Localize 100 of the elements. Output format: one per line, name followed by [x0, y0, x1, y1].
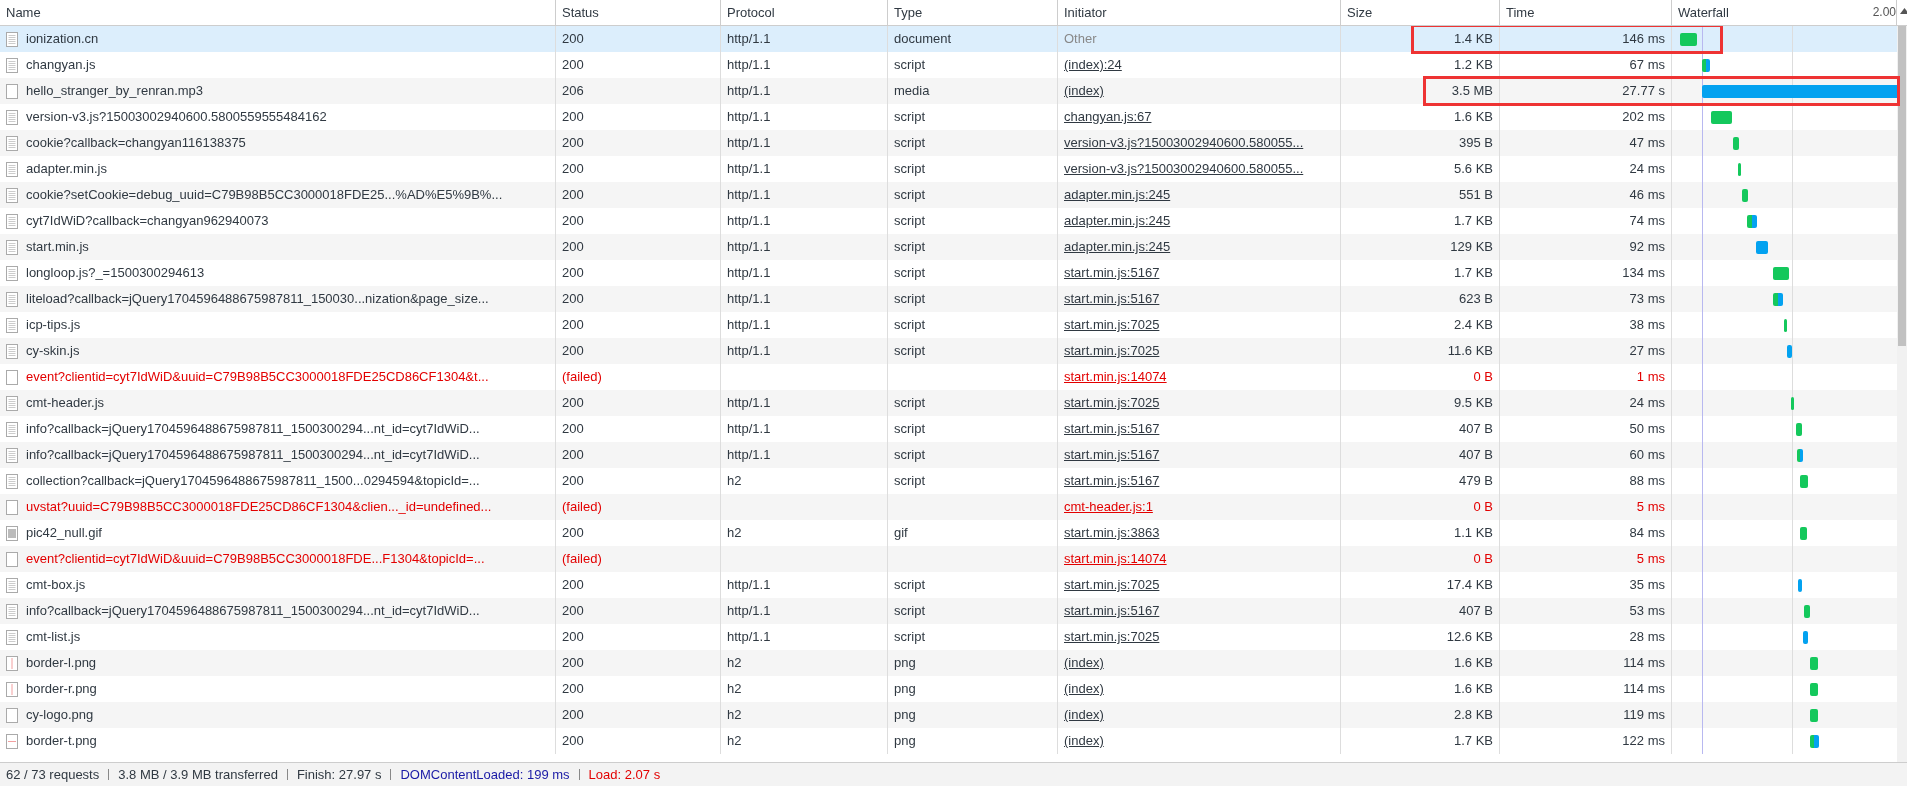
file-icon [6, 655, 18, 671]
protocol-cell: h2 [727, 655, 742, 670]
initiator-link[interactable]: start.min.js:5167 [1064, 291, 1160, 306]
name-cell-text: info?callback=jQuery1704596488675987811_1500300294...nt_id=cyt7IdWiD... [26, 420, 480, 438]
timing-bar [1680, 33, 1697, 46]
request-row[interactable]: cookie?callback=changyan116138375 200 http/1.1 script version-v3.js?15003002940600.580055... 395 B 47 ms [0, 130, 1897, 156]
request-row[interactable]: hello_stranger_by_renran.mp3 206 http/1.1 media (index) 3.5 MB 27.77 s [0, 78, 1897, 104]
initiator-link[interactable]: start.min.js:7025 [1064, 395, 1160, 410]
size-cell: 0 B [1473, 369, 1493, 384]
initiator-link[interactable]: (index) [1064, 707, 1104, 722]
file-icon [6, 369, 18, 385]
timing-bar [1810, 683, 1818, 696]
initiator-link[interactable]: cmt-header.js:1 [1064, 499, 1153, 514]
type-cell: png [894, 655, 916, 670]
timing-bar [1791, 397, 1794, 410]
initiator-link[interactable]: adapter.min.js:245 [1064, 187, 1171, 202]
initiator-link[interactable]: start.min.js:7025 [1064, 577, 1160, 592]
initiator-link[interactable]: (index) [1064, 733, 1104, 748]
initiator-link[interactable]: start.min.js:5167 [1064, 265, 1160, 280]
name-cell-text: icp-tips.js [26, 316, 81, 334]
time-cell: 35 ms [1629, 577, 1665, 592]
initiator-link[interactable]: (index) [1064, 681, 1104, 696]
size-cell: 3.5 MB [1451, 83, 1493, 98]
request-row[interactable]: event?clientid=cyt7IdWiD&uuid=C79B98B5CC3000018FDE...F1304&topicId=... (failed) start.min.js:14074 0 B 5 ms [0, 546, 1897, 572]
file-icon [6, 265, 18, 281]
column-header[interactable]: Status [562, 5, 599, 20]
scrollbar-thumb[interactable] [1898, 26, 1906, 346]
initiator-link[interactable]: start.min.js:5167 [1064, 603, 1160, 618]
status-cell: 200 [562, 135, 584, 150]
initiator-link[interactable]: version-v3.js?15003002940600.580055... [1064, 135, 1304, 150]
type-cell: script [894, 187, 926, 202]
status-cell: (failed) [562, 499, 602, 514]
file-icon [6, 681, 18, 697]
time-cell: 146 ms [1622, 31, 1665, 46]
initiator-link[interactable]: start.min.js:7025 [1064, 343, 1160, 358]
request-row[interactable]: cy-skin.js 200 http/1.1 script start.min.js:7025 11.6 KB 27 ms [0, 338, 1897, 364]
protocol-cell: http/1.1 [727, 317, 771, 332]
time-cell: 60 ms [1629, 447, 1665, 462]
protocol-cell: h2 [727, 733, 742, 748]
initiator-link[interactable]: start.min.js:7025 [1064, 629, 1160, 644]
file-icon [6, 213, 18, 229]
type-cell: script [894, 317, 926, 332]
protocol-cell: http/1.1 [727, 395, 771, 410]
request-row[interactable]: info?callback=jQuery1704596488675987811_1500300294...nt_id=cyt7IdWiD... 200 http/1.1 script start.min.js:5167 407 B 53 ms [0, 598, 1897, 624]
type-cell: script [894, 239, 926, 254]
request-row[interactable]: liteload?callback=jQuery1704596488675987811_150030...nization&page_size... 200 http/1.1 script start.min.js:5167 623 B 73 ms [0, 286, 1897, 312]
size-cell: 395 B [1459, 135, 1493, 150]
request-row[interactable]: border-l.png 200 h2 png (index) 1.6 KB 114 ms [0, 650, 1897, 676]
initiator-link[interactable]: start.min.js:14074 [1064, 369, 1167, 384]
time-cell: 134 ms [1622, 265, 1665, 280]
status-text: 3.8 MB / 3.9 MB transferred [118, 767, 278, 782]
initiator-link[interactable]: start.min.js:7025 [1064, 317, 1160, 332]
column-header[interactable]: Name [6, 5, 41, 20]
type-cell: script [894, 603, 926, 618]
request-row[interactable]: uvstat?uuid=C79B98B5CC3000018FDE25CD86CF1304&clien..._id=undefined... (failed) cmt-header.js:1 0 B 5 ms [0, 494, 1897, 520]
initiator-link[interactable]: start.min.js:5167 [1064, 447, 1160, 462]
column-header[interactable]: Protocol [727, 5, 775, 20]
scrollbar-track[interactable] [1897, 26, 1907, 762]
column-header[interactable]: Waterfall [1678, 0, 1729, 25]
size-cell: 0 B [1473, 551, 1493, 566]
file-icon [6, 447, 18, 463]
protocol-cell: http/1.1 [727, 239, 771, 254]
initiator-link[interactable]: (index) [1064, 83, 1104, 98]
size-cell: 17.4 KB [1446, 577, 1493, 592]
initiator-link[interactable]: (index):24 [1064, 57, 1122, 72]
initiator-link[interactable]: (index) [1064, 655, 1104, 670]
timing-bar [1796, 423, 1802, 436]
column-header[interactable]: Initiator [1064, 5, 1107, 20]
type-cell: script [894, 473, 926, 488]
column-header[interactable]: Size [1347, 5, 1373, 20]
request-row[interactable]: cy-logo.png 200 h2 png (index) 2.8 KB 119 ms [0, 702, 1897, 728]
scroll-up-icon[interactable] [1900, 8, 1907, 14]
size-cell: 1.7 KB [1453, 265, 1493, 280]
timing-bar [1800, 475, 1808, 488]
initiator-link[interactable]: start.min.js:5167 [1064, 473, 1160, 488]
initiator-link[interactable]: start.min.js:5167 [1064, 421, 1160, 436]
request-row[interactable]: info?callback=jQuery1704596488675987811_1500300294...nt_id=cyt7IdWiD... 200 http/1.1 script start.min.js:5167 407 B 60 ms [0, 442, 1897, 468]
column-header[interactable]: Type [894, 5, 923, 20]
protocol-cell: http/1.1 [727, 109, 771, 124]
time-cell: 84 ms [1629, 525, 1665, 540]
column-header[interactable]: Time [1506, 5, 1535, 20]
file-icon [6, 525, 18, 541]
request-row[interactable]: cmt-header.js 200 http/1.1 script start.min.js:7025 9.5 KB 24 ms [0, 390, 1897, 416]
name-cell-text: changyan.js [26, 56, 96, 74]
file-icon [6, 317, 18, 333]
status-text: Load: 2.07 s [588, 767, 661, 782]
request-row[interactable]: start.min.js 200 http/1.1 script adapter.min.js:245 129 KB 92 ms [0, 234, 1897, 260]
initiator-link[interactable]: adapter.min.js:245 [1064, 213, 1171, 228]
initiator-link[interactable]: changyan.js:67 [1064, 109, 1152, 124]
status-cell: 200 [562, 395, 584, 410]
initiator-link[interactable]: version-v3.js?15003002940600.580055... [1064, 161, 1304, 176]
protocol-cell: h2 [727, 681, 742, 696]
request-row[interactable]: cookie?setCookie=debug_uuid=C79B98B5CC3000018FDE25...%AD%E5%9B%... 200 http/1.1 script adapter.min.js:245 551 B 46 ms [0, 182, 1897, 208]
type-cell: script [894, 629, 926, 644]
initiator-link[interactable]: start.min.js:14074 [1064, 551, 1167, 566]
protocol-cell: http/1.1 [727, 291, 771, 306]
initiator-link[interactable]: start.min.js:3863 [1064, 525, 1160, 540]
request-row[interactable]: ionization.cn 200 http/1.1 document Other 1.4 KB 146 ms [0, 26, 1897, 52]
initiator-link[interactable]: adapter.min.js:245 [1064, 239, 1171, 254]
name-cell-text: cy-skin.js [26, 342, 80, 360]
